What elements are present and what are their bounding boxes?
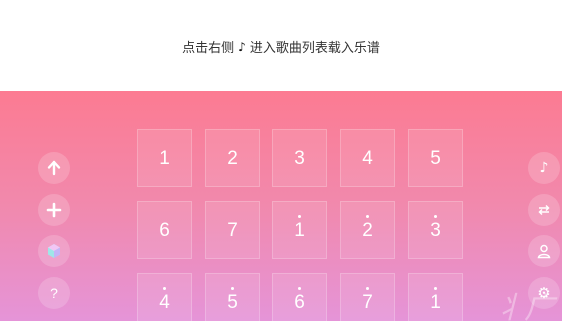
octave-dot [297,286,301,290]
help-icon: ? [50,285,58,301]
header: 点击右侧 ♪ 进入歌曲列表载入乐谱 [0,0,562,91]
key-pad[interactable]: 5 [408,129,463,187]
help-button[interactable]: ? [38,277,70,309]
theme-button[interactable] [38,235,70,267]
key-label: 6 [294,286,305,312]
key-pad[interactable]: 1 [408,273,463,321]
key-pad[interactable]: 4 [137,273,192,321]
user-icon [537,244,551,259]
key-label: 6 [159,219,170,241]
key-label: 2 [227,147,238,169]
key-pad[interactable]: 2 [340,201,395,259]
hint-after: 进入歌曲列表载入乐谱 [249,41,380,56]
key-label: 2 [362,214,373,240]
octave-dot [365,286,369,290]
key-pad[interactable]: 7 [205,201,260,259]
arrow-up-icon [47,160,61,176]
key-label: 7 [227,219,238,241]
key-label: 4 [362,147,373,169]
key-label: 3 [294,147,305,169]
key-pad[interactable]: 3 [272,129,327,187]
key-pad[interactable]: 4 [340,129,395,187]
octave-dot [365,214,369,218]
octave-dot [433,286,437,290]
octave-dot [230,286,234,290]
arrow-up-button[interactable] [38,152,70,184]
song-list-button[interactable]: ♪ [528,152,560,184]
key-pad[interactable]: 6 [272,273,327,321]
key-label: 1 [294,214,305,240]
repeat-icon [538,204,550,216]
plus-icon [46,202,62,218]
key-label: 1 [159,147,170,169]
keyboard-area: ? ♪ ⚙ 1 2 3 4 5 6 7 1 2 3 4 5 6 7 1 丬广 [0,91,562,321]
instruction-text: 点击右侧 ♪ 进入歌曲列表载入乐谱 [182,35,380,57]
key-label: 1 [430,286,441,312]
octave-dot [162,286,166,290]
octave-dot [433,214,437,218]
key-label: 5 [430,147,441,169]
key-pad[interactable]: 7 [340,273,395,321]
user-button[interactable] [528,235,560,267]
key-pad[interactable]: 1 [272,201,327,259]
key-pad[interactable]: 6 [137,201,192,259]
key-pad[interactable]: 1 [137,129,192,187]
octave-dot [297,214,301,218]
watermark: 丬广 [494,291,554,321]
hexagon-icon [48,244,60,258]
key-label: 3 [430,214,441,240]
repeat-button[interactable] [528,194,560,226]
key-label: 5 [227,286,238,312]
key-pad[interactable]: 3 [408,201,463,259]
key-pad[interactable]: 5 [205,273,260,321]
music-note-icon: ♪ [238,39,246,54]
key-pad[interactable]: 2 [205,129,260,187]
key-label: 7 [362,286,373,312]
add-button[interactable] [38,194,70,226]
key-label: 4 [159,286,170,312]
music-note-icon: ♪ [539,160,549,176]
hint-before: 点击右侧 [182,41,235,56]
